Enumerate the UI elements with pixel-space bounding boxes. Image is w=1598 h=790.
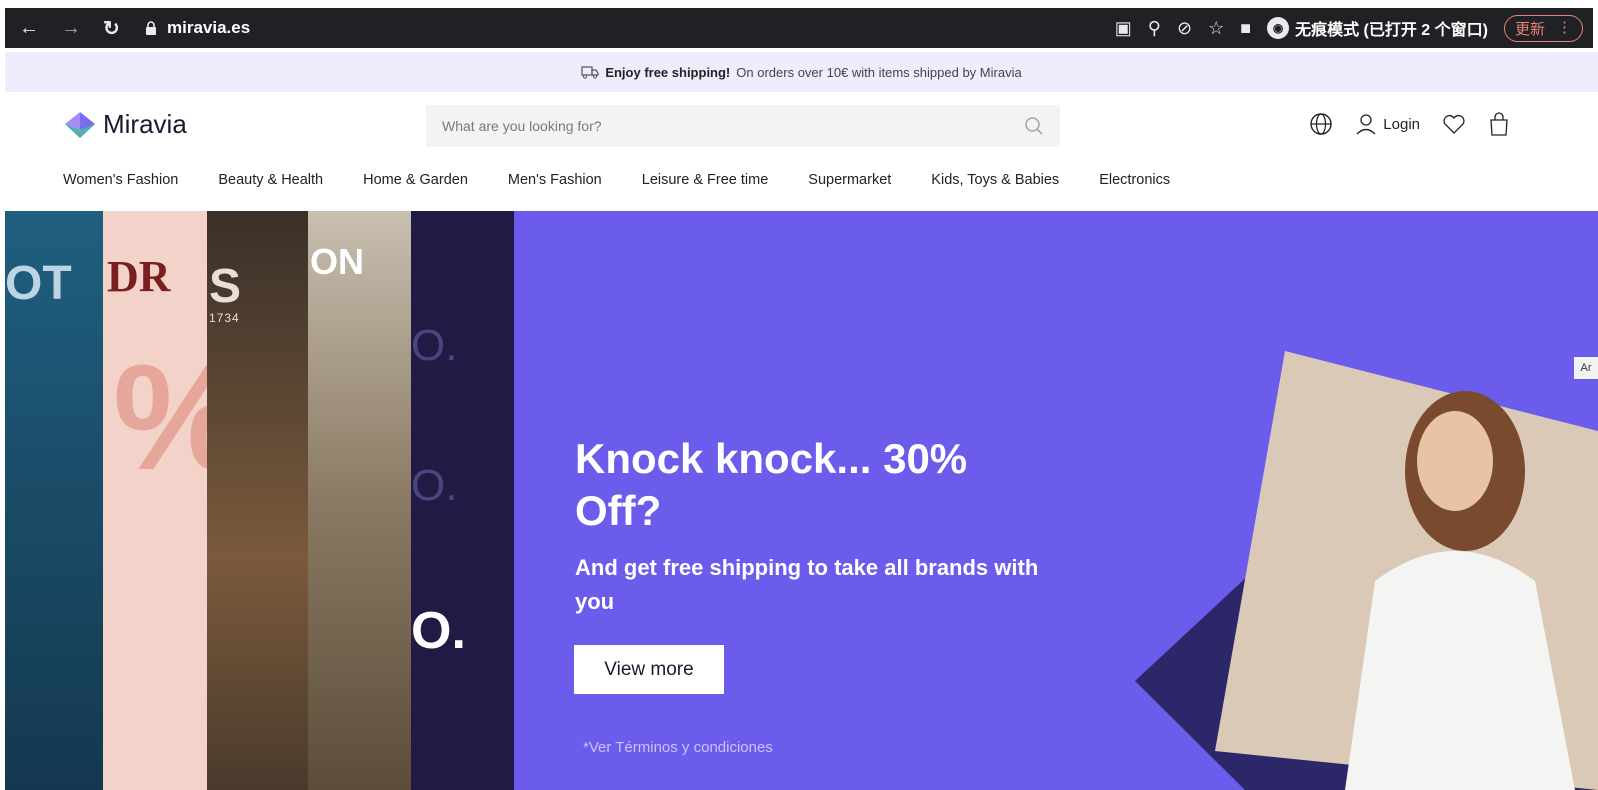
brand-strip-4[interactable]: ON (308, 211, 411, 790)
category-beauty-health[interactable]: Beauty & Health (218, 172, 323, 188)
header-actions: Login (1309, 112, 1510, 136)
brand-fragment-1: OT (5, 257, 72, 310)
brand-fragment-5: ON (310, 241, 364, 282)
search-input[interactable]: What are you looking for? (426, 105, 1060, 147)
category-electronics[interactable]: Electronics (1099, 172, 1170, 188)
url-text: miravia.es (167, 18, 251, 37)
brand-fragment-6: O. (411, 321, 458, 370)
hero-title: Knock knock... 30% Off? (575, 435, 968, 534)
back-icon[interactable]: ← (19, 8, 39, 48)
terms-link[interactable]: *Ver Términos y condiciones (583, 739, 773, 756)
category-supermarket[interactable]: Supermarket (808, 172, 891, 188)
search-icon[interactable] (1024, 116, 1044, 136)
brand-fragment-4: 1734 (209, 311, 240, 325)
update-label: 更新 (1514, 20, 1545, 38)
brand-fragment-8: O. (411, 602, 466, 660)
hero-banner[interactable]: OT DR % S 1734 ON O. O. O. Knock knock..… (5, 211, 1598, 790)
hero-photo-graphic (1135, 351, 1598, 790)
brand-strip-5[interactable]: O. O. O. (411, 211, 514, 790)
incognito-indicator[interactable]: ◉ 无痕模式 (已打开 2 个窗口) (1267, 16, 1488, 40)
login-label: Login (1383, 115, 1420, 133)
brand-strip-1[interactable]: OT (5, 211, 103, 790)
logo-gem-icon (65, 111, 95, 138)
translate-icon[interactable]: ▣ (1115, 18, 1132, 39)
site-header: Miravia What are you looking for? Login … (5, 92, 1598, 210)
login-link[interactable]: Login (1355, 113, 1420, 135)
browser-toolbar: ← → ↻ miravia.es ▣ ⚲ ⊘ ☆ ■ ◉ 无痕模式 (已打开 2… (5, 8, 1593, 48)
search-placeholder: What are you looking for? (442, 118, 602, 134)
forward-icon[interactable]: → (61, 8, 81, 48)
globe-icon[interactable] (1309, 112, 1333, 136)
category-home-garden[interactable]: Home & Garden (363, 172, 468, 188)
side-panel-icon[interactable]: ■ (1240, 18, 1251, 39)
incognito-icon: ◉ (1267, 17, 1290, 39)
view-more-button[interactable]: View more (574, 645, 724, 694)
address-bar[interactable]: miravia.es (145, 12, 250, 44)
brand-fragment-2: DR (107, 252, 171, 301)
category-mens-fashion[interactable]: Men's Fashion (508, 172, 602, 188)
category-kids-toys[interactable]: Kids, Toys & Babies (931, 172, 1059, 188)
tracking-eye-icon[interactable]: ⊘ (1177, 18, 1192, 39)
incognito-label: 无痕模式 (已打开 2 个窗口) (1295, 22, 1488, 39)
update-button[interactable]: 更新 ⋮ (1503, 14, 1583, 42)
brand-strip-2[interactable]: DR % (103, 211, 246, 790)
bookmark-star-icon[interactable]: ☆ (1208, 18, 1224, 39)
shopping-bag-icon[interactable] (1488, 112, 1510, 136)
hero-subtitle: And get free shipping to take all brands… (575, 555, 1039, 614)
miravia-logo[interactable]: Miravia (63, 109, 187, 140)
heart-icon[interactable] (1442, 113, 1466, 135)
category-leisure[interactable]: Leisure & Free time (642, 172, 769, 188)
brand-strip-3[interactable]: S 1734 (207, 211, 308, 790)
menu-dots-icon: ⋮ (1557, 18, 1572, 36)
zoom-icon[interactable]: ⚲ (1148, 18, 1161, 39)
lock-icon (146, 21, 156, 35)
brand-fragment-3: S (209, 260, 242, 313)
category-nav: Women's Fashion Beauty & Health Home & G… (63, 172, 1170, 188)
announcement-bold: Enjoy free shipping! (605, 64, 731, 80)
shipping-announcement: Enjoy free shipping! On orders over 10€ … (5, 52, 1598, 92)
brand-fragment-7: O. (411, 461, 458, 510)
logo-text: Miravia (103, 109, 187, 139)
side-tab[interactable]: Ar (1574, 357, 1598, 379)
category-womens-fashion[interactable]: Women's Fashion (63, 172, 178, 188)
user-icon (1356, 114, 1376, 135)
reload-icon[interactable]: ↻ (103, 8, 120, 48)
announcement-text: On orders over 10€ with items shipped by… (736, 64, 1022, 80)
toolbar-right: ▣ ⚲ ⊘ ☆ ■ ◉ 无痕模式 (已打开 2 个窗口) 更新 ⋮ (1115, 8, 1583, 48)
truck-icon (581, 66, 599, 79)
